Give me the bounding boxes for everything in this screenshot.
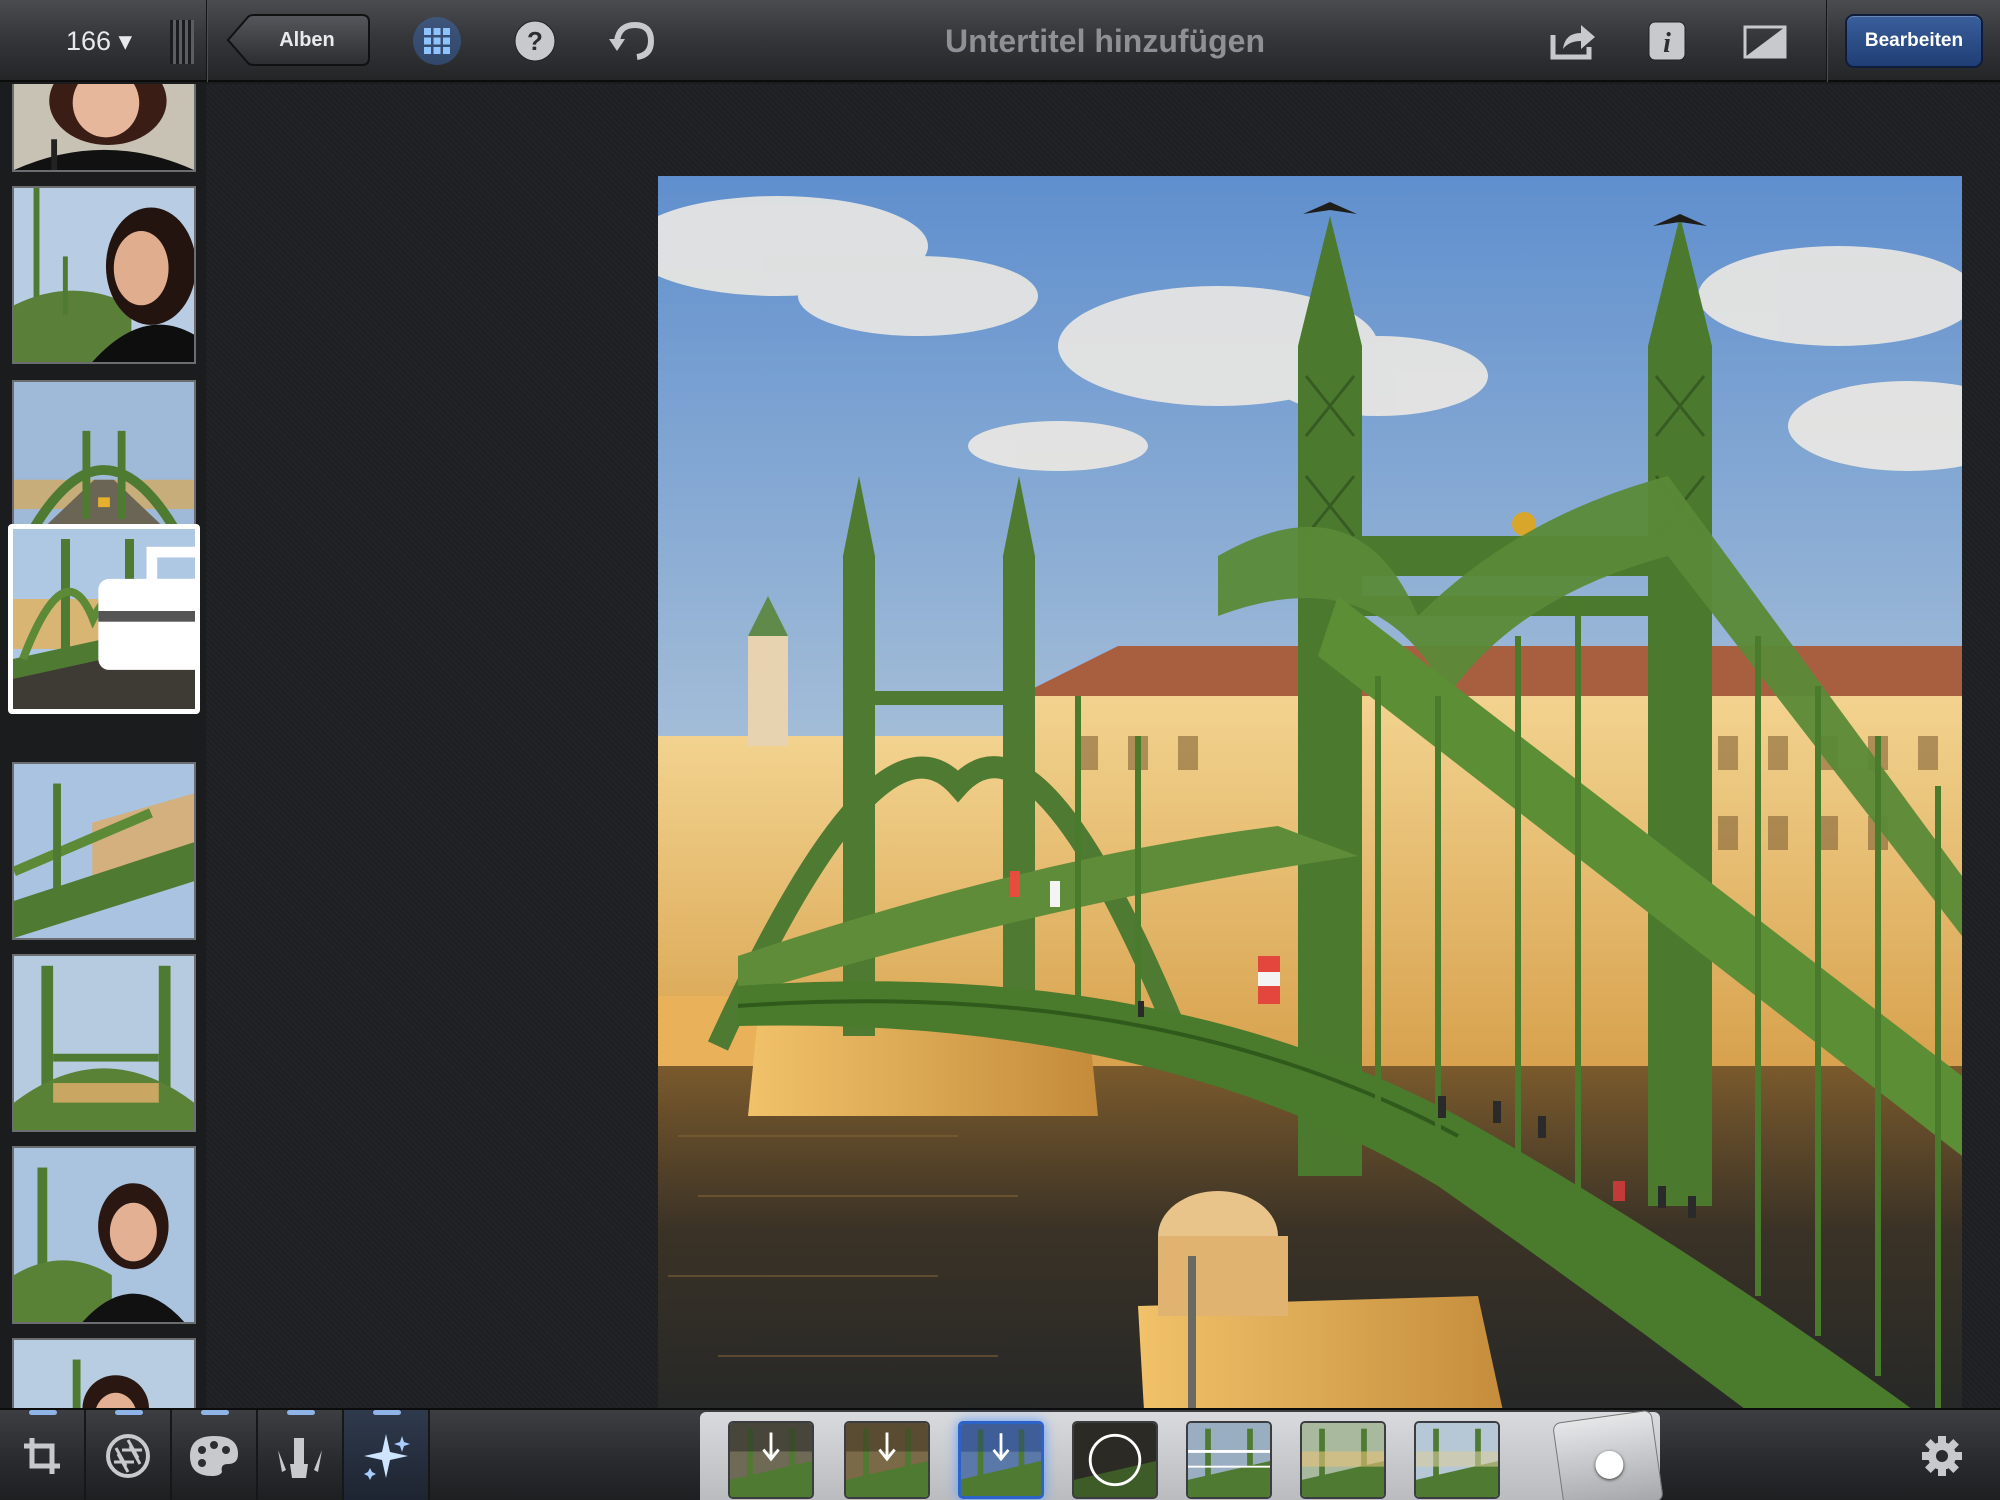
main-photo[interactable] <box>658 176 1962 1480</box>
thumbnail-strip[interactable] <box>0 84 206 1408</box>
effects-icon <box>364 1434 410 1480</box>
tool-indicator <box>29 1410 57 1415</box>
toggle-dot <box>1593 1449 1626 1481</box>
color-palette-icon <box>190 1436 238 1476</box>
tool-indicator <box>201 1410 229 1415</box>
grid-icon[interactable] <box>412 16 462 66</box>
tool-color[interactable] <box>172 1410 258 1500</box>
tool-brushes[interactable] <box>258 1410 344 1500</box>
effects-toggle[interactable] <box>1552 1409 1664 1500</box>
top-toolbar: 166 ▾ Alben ? Untertitel hinzufügen i Be… <box>0 0 2000 82</box>
tool-indicator <box>115 1410 143 1415</box>
resize-grip-icon[interactable] <box>170 20 194 64</box>
photo-count-dropdown[interactable]: 166 ▾ <box>66 22 132 60</box>
brushes-icon <box>278 1438 322 1478</box>
preset-gradient-selected[interactable] <box>958 1421 1044 1499</box>
toolkit-icon <box>98 546 195 670</box>
thumbnail-item[interactable] <box>12 762 196 940</box>
svg-text:i: i <box>1663 28 1671 59</box>
thumbnail-item[interactable] <box>12 186 196 364</box>
compare-icon[interactable] <box>1740 16 1790 66</box>
preset-tilt-shift[interactable] <box>1186 1421 1272 1499</box>
tool-indicator <box>287 1410 315 1415</box>
svg-text:?: ? <box>527 26 543 56</box>
share-icon[interactable] <box>1548 16 1598 66</box>
preset-bright[interactable] <box>1414 1421 1500 1499</box>
photo-editor-app: 166 ▾ Alben ? Untertitel hinzufügen i Be… <box>0 0 2000 1500</box>
thumbnail-item[interactable] <box>12 1146 196 1324</box>
thumbnail-item[interactable] <box>12 1338 196 1408</box>
back-to-albums-button[interactable]: Alben <box>226 14 370 66</box>
exposure-icon <box>106 1434 150 1478</box>
back-button-label: Alben <box>279 29 335 51</box>
tool-crop[interactable] <box>0 1410 86 1500</box>
caption-title[interactable]: Untertitel hinzufügen <box>830 16 1380 66</box>
tool-indicator <box>373 1410 401 1415</box>
thumbnail-item[interactable] <box>12 84 196 172</box>
toolbar-divider <box>1826 0 1828 82</box>
undo-icon[interactable] <box>608 16 658 66</box>
crop-icon <box>24 1438 60 1474</box>
preset-gradient-top-dark[interactable] <box>844 1421 930 1499</box>
tool-exposure[interactable] <box>86 1410 172 1500</box>
bottom-toolbar <box>0 1408 2000 1500</box>
photo-canvas[interactable] <box>206 84 2000 1480</box>
gear-icon[interactable] <box>1920 1434 1964 1478</box>
help-icon[interactable]: ? <box>510 16 560 66</box>
info-icon[interactable]: i <box>1642 16 1692 66</box>
thumbnail-item[interactable] <box>12 954 196 1132</box>
edit-button[interactable]: Bearbeiten <box>1845 14 1983 68</box>
toolbar-divider <box>206 0 208 82</box>
thumbnail-item-selected[interactable] <box>8 524 200 714</box>
tool-effects[interactable] <box>344 1410 430 1500</box>
preset-vignette[interactable] <box>1072 1421 1158 1499</box>
preset-gradient-top[interactable] <box>728 1421 814 1499</box>
effects-preset-tray <box>700 1412 1660 1500</box>
preset-warm[interactable] <box>1300 1421 1386 1499</box>
